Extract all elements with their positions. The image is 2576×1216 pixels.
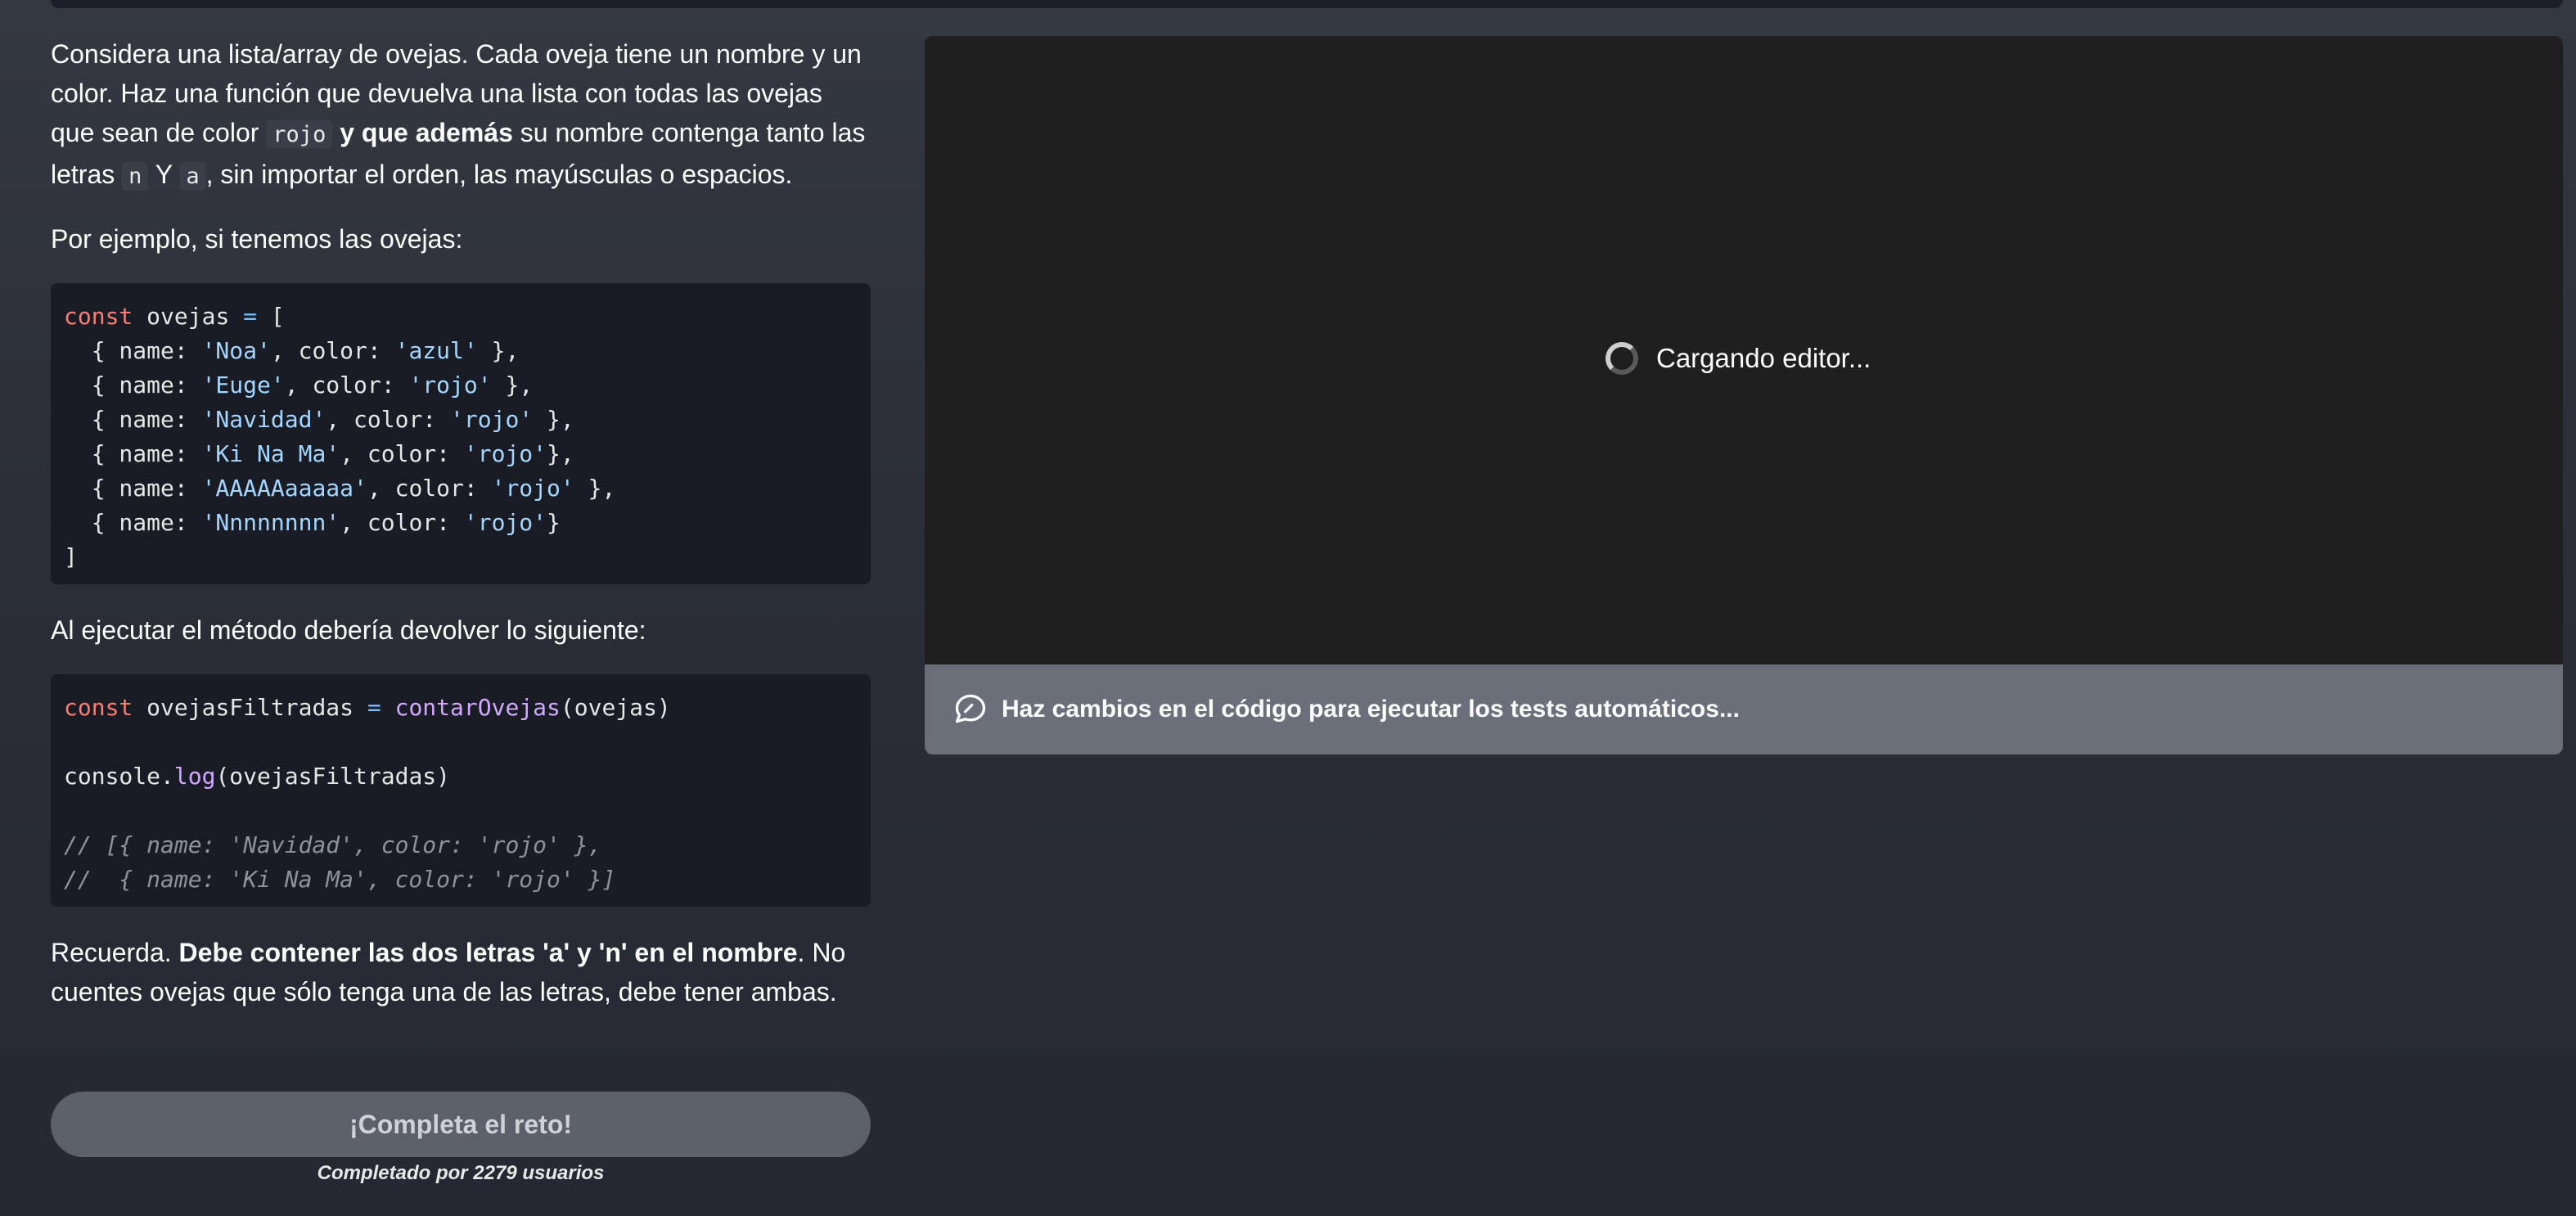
code-line: { name: 'Ki Na Ma', color: 'rojo'}, [64, 437, 858, 471]
code-text: console. [64, 763, 174, 790]
code-text: , color: [367, 475, 492, 502]
code-string: 'azul' [394, 337, 478, 364]
code-string: 'Navidad' [201, 406, 327, 433]
code-line: console.log(ovejasFiltradas) [64, 759, 858, 794]
code-text: { name: [64, 440, 202, 467]
code-editor[interactable]: Cargando editor... [925, 36, 2563, 664]
code-text: , color: [340, 509, 464, 536]
description-text: , sin importar el orden, las mayúsculas … [205, 160, 793, 189]
inline-code-a: a [179, 162, 206, 191]
code-string: 'rojo' [463, 440, 547, 467]
code-text: , color: [340, 440, 464, 467]
code-line-empty [64, 794, 858, 828]
top-bar [51, 0, 2563, 8]
code-text: }, [547, 440, 574, 467]
code-comment: // [{ name: 'Navidad', color: 'rojo' }, [64, 831, 602, 858]
code-text: (ovejas) [560, 694, 671, 721]
code-function: log [173, 763, 216, 790]
loading-spinner-icon [1605, 342, 1638, 375]
code-keyword: const [64, 694, 133, 721]
code-text: ovejasFiltradas [133, 694, 367, 721]
code-line: const ovejasFiltradas = contarOvejas(ove… [64, 691, 858, 725]
code-text: { name: [64, 337, 202, 364]
code-line: { name: 'Nnnnnnnn', color: 'rojo'} [64, 506, 858, 540]
code-text: { name: [64, 475, 202, 502]
code-line: { name: 'Euge', color: 'rojo' }, [64, 368, 858, 403]
inline-code-rojo: rojo [266, 120, 333, 149]
description-bold: y que además [332, 118, 513, 147]
result-intro: Al ejecutar el método debería devolver l… [51, 615, 646, 645]
code-line: { name: 'Navidad', color: 'rojo' }, [64, 403, 858, 437]
code-text: [ [257, 303, 285, 330]
code-keyword: const [64, 303, 133, 330]
code-function: contarOvejas [394, 694, 561, 721]
code-string: 'Ki Na Ma' [201, 440, 340, 467]
code-text: { name: [64, 406, 202, 433]
reminder-paragraph: Recuerda. Debe contener las dos letras '… [51, 933, 871, 1011]
code-text: }, [574, 475, 616, 502]
code-text: } [547, 509, 561, 536]
loading-text: Cargando editor... [1656, 343, 1871, 373]
code-text: , color: [284, 372, 409, 399]
code-text: , color: [326, 406, 451, 433]
code-block-result: const ovejasFiltradas = contarOvejas(ove… [51, 674, 871, 907]
inline-code-n: n [122, 162, 149, 191]
code-string: 'AAAAAaaaaa' [201, 475, 367, 502]
code-text: ovejas [133, 303, 244, 330]
code-string: 'rojo' [450, 406, 534, 433]
description-paragraph: Considera una lista/array de ovejas. Cad… [51, 34, 871, 196]
code-text: , color: [270, 337, 395, 364]
description-text: Y [148, 160, 180, 189]
code-line: { name: 'AAAAAaaaaa', color: 'rojo' }, [64, 471, 858, 506]
code-comment: // { name: 'Ki Na Ma', color: 'rojo' }] [64, 866, 616, 893]
code-line: ] [64, 543, 78, 570]
code-string: 'Noa' [201, 337, 271, 364]
code-text: { name: [64, 372, 202, 399]
code-string: 'Nnnnnnnn' [201, 509, 340, 536]
example-intro: Por ejemplo, si tenemos las ovejas: [51, 224, 463, 254]
code-text: (ovejasFiltradas) [215, 763, 451, 790]
code-line: const ovejas = [ [64, 299, 858, 334]
chat-bubble-icon [955, 694, 986, 723]
code-text: }, [533, 406, 574, 433]
code-line-empty [64, 725, 858, 759]
code-text: }, [491, 372, 534, 399]
code-string: 'rojo' [491, 475, 574, 502]
code-line: { name: 'Noa', color: 'azul' }, [64, 334, 858, 368]
code-operator: = [367, 694, 381, 721]
tests-status-bar: Haz cambios en el código para ejecutar l… [925, 664, 2563, 754]
completed-count: Completado por 2279 usuarios [317, 1162, 605, 1184]
code-text: }, [477, 337, 520, 364]
code-string: 'Euge' [201, 372, 285, 399]
code-text: { name: [64, 509, 202, 536]
reminder-bold: Debe contener las dos letras 'a' y 'n' e… [178, 938, 798, 967]
reminder-text: Recuerda. [51, 938, 179, 967]
complete-challenge-button[interactable]: ¡Completa el reto! [51, 1092, 871, 1157]
code-operator: = [243, 303, 258, 330]
code-string: 'rojo' [408, 372, 492, 399]
tests-message: Haz cambios en el código para ejecutar l… [1002, 696, 1740, 723]
editor-loading: Cargando editor... [1605, 342, 1871, 375]
code-block-ovejas: const ovejas = [ { name: 'Noa', color: '… [51, 283, 871, 584]
code-string: 'rojo' [463, 509, 547, 536]
